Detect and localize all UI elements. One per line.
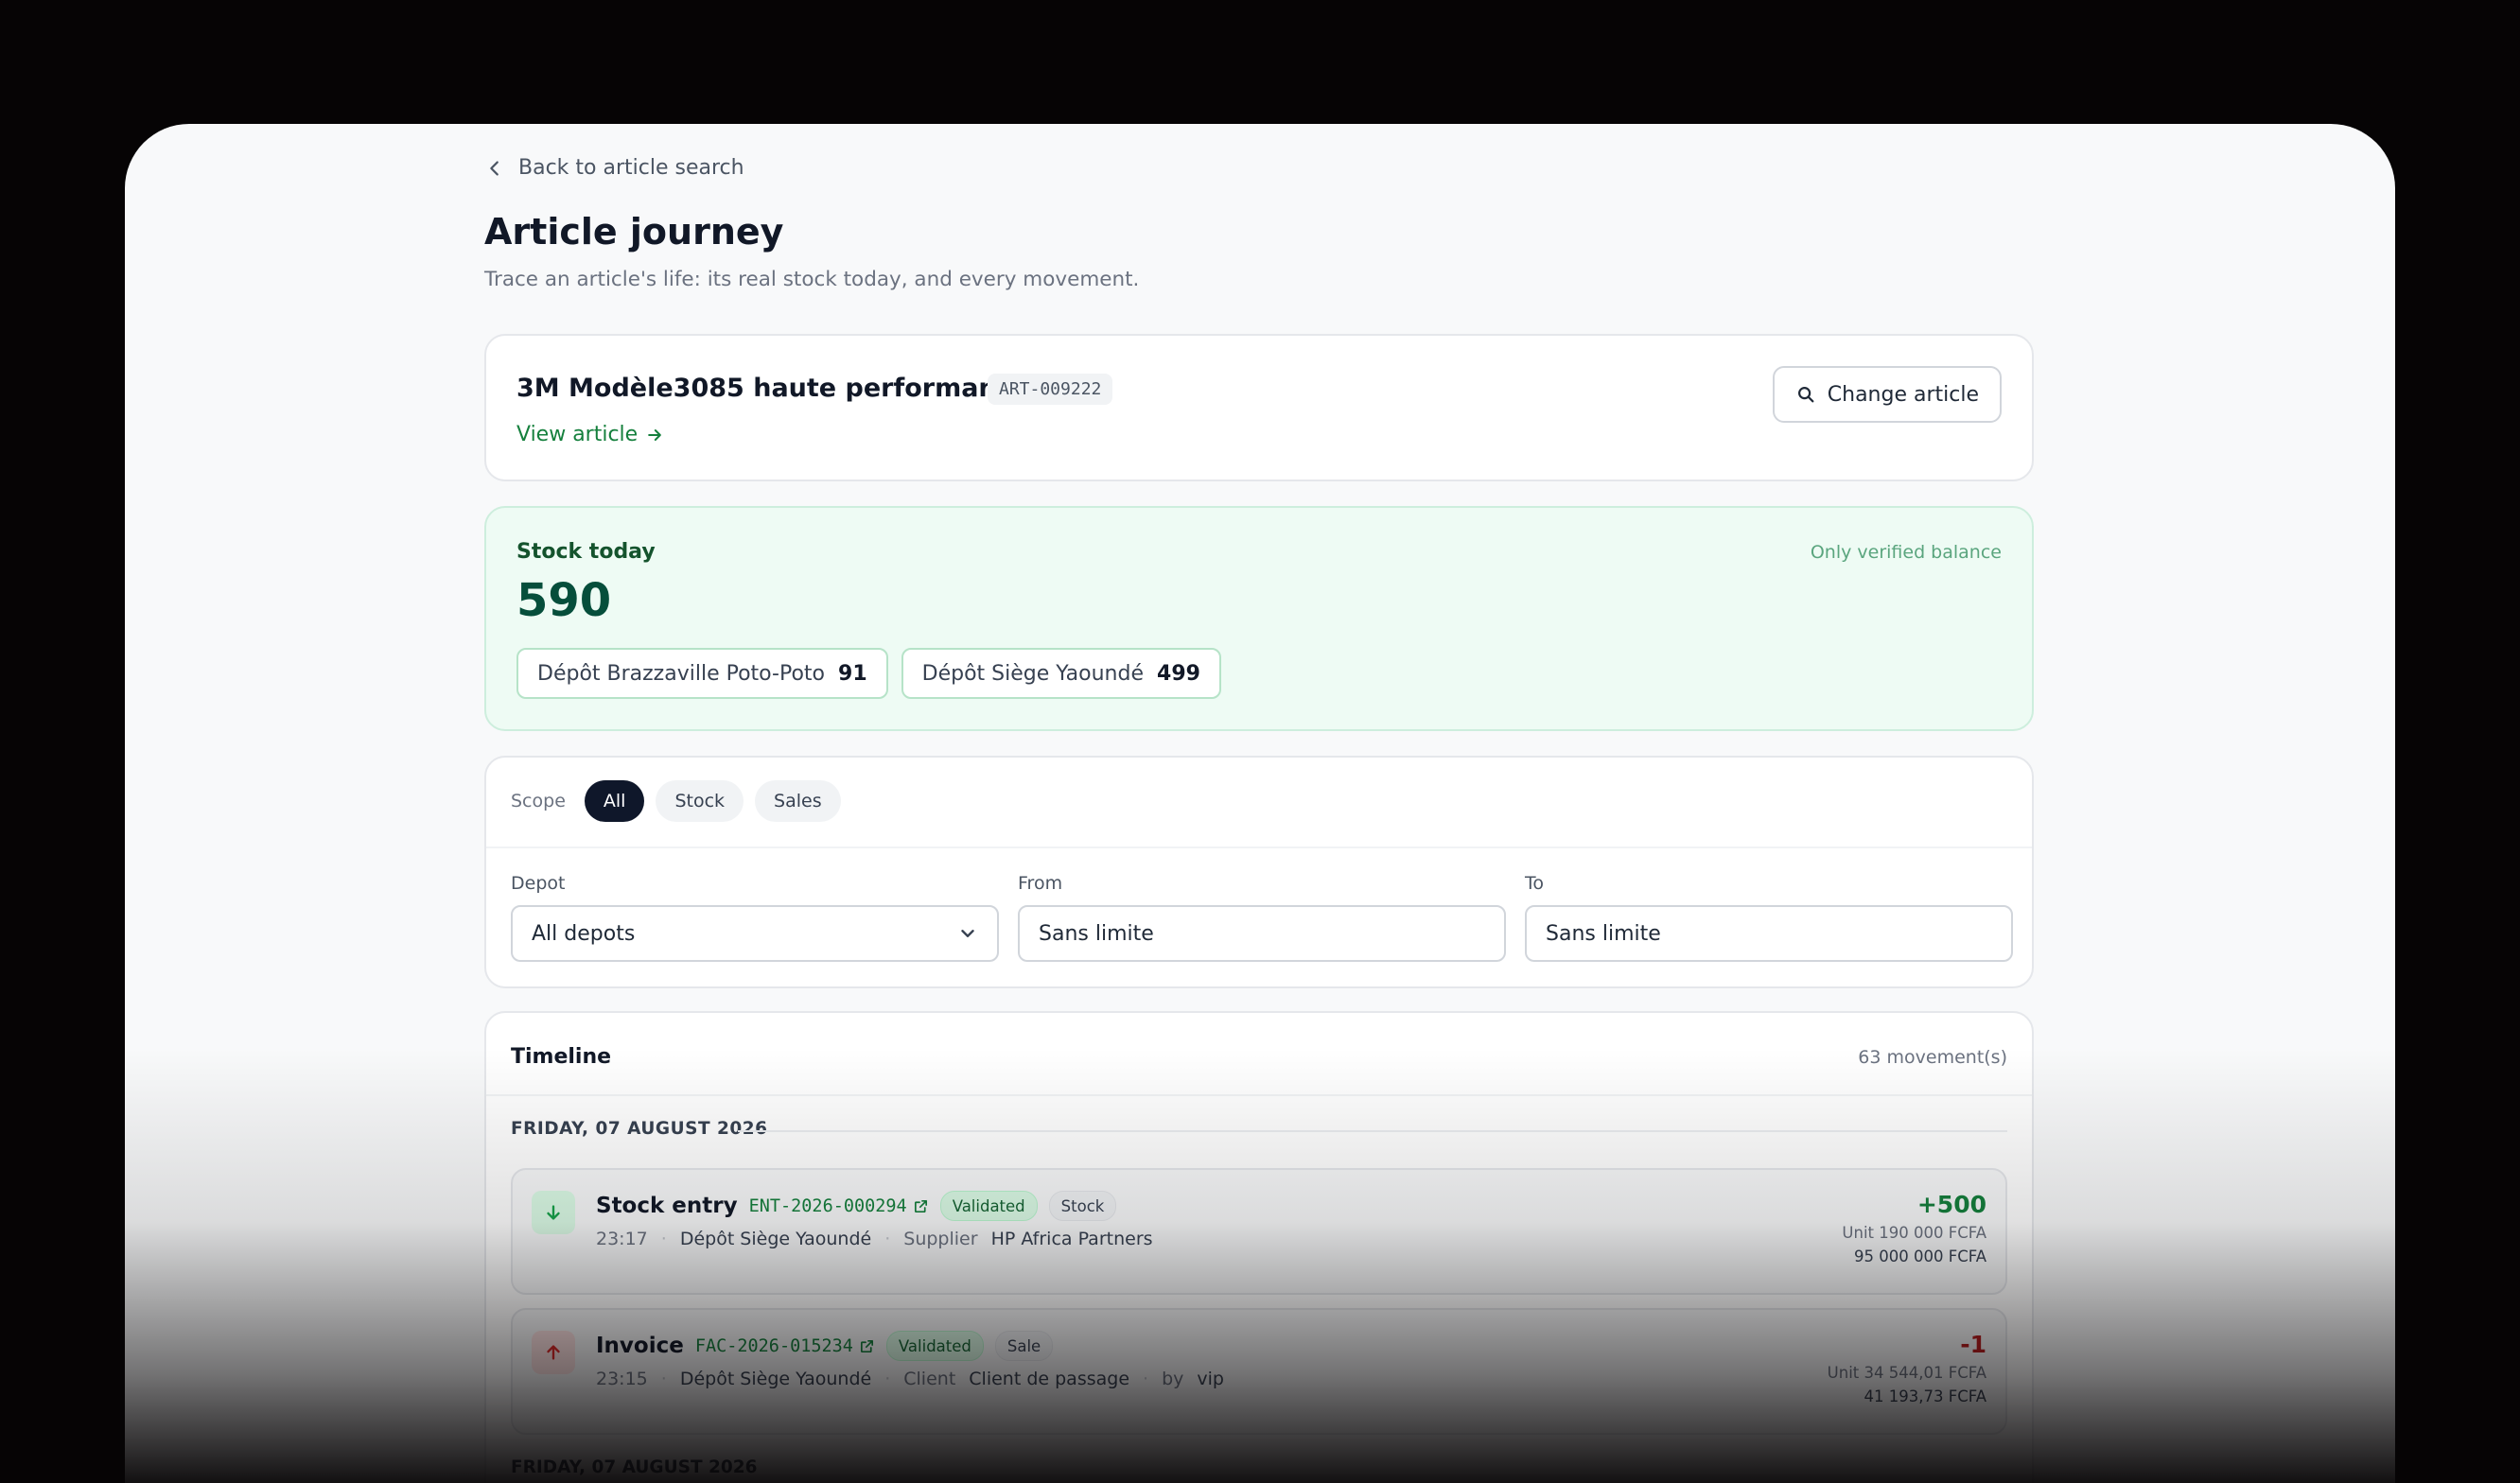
change-article-label: Change article xyxy=(1827,382,1979,407)
divider xyxy=(486,1094,2032,1096)
status-badge: Validated xyxy=(885,1331,984,1361)
depot-stock-list: Dépôt Brazzaville Poto-Poto 91 Dépôt Siè… xyxy=(516,648,1221,699)
scope-pill-stock[interactable]: Stock xyxy=(656,780,744,822)
back-link-label: Back to article search xyxy=(518,156,744,180)
depot-label: Depot xyxy=(511,873,566,894)
to-label: To xyxy=(1525,873,1545,894)
view-article-label: View article xyxy=(516,423,639,446)
article-card: 3M Modèle3085 haute performance ART-0092… xyxy=(484,334,2034,481)
timeline-title: Timeline xyxy=(511,1045,612,1069)
from-date-value: Sans limite xyxy=(1039,921,1154,946)
depot-qty: 91 xyxy=(838,661,867,686)
arrow-down-icon xyxy=(532,1191,575,1234)
chevron-down-icon xyxy=(961,930,974,937)
movement-meta: 23:15 · Dépôt Siège Yaoundé · Client Cli… xyxy=(596,1369,1224,1389)
day-divider xyxy=(738,1130,2007,1132)
page-subtitle: Trace an article's life: its real stock … xyxy=(484,268,1140,291)
movement-total: 95 000 000 FCFA xyxy=(1854,1247,1986,1265)
verified-balance-note: Only verified balance xyxy=(1810,542,2002,563)
stock-today-card: Stock today Only verified balance 590 Dé… xyxy=(484,506,2034,731)
filters-card: Scope All Stock Sales Depot All depots F… xyxy=(484,756,2034,988)
depot-qty: 499 xyxy=(1157,661,1200,686)
page-title: Article journey xyxy=(484,211,784,253)
movement-title-row: Invoice FAC-2026-015234 Validated Sale xyxy=(596,1331,1054,1361)
day-label: FRIDAY, 07 AUGUST 2026 xyxy=(511,1119,768,1139)
movement-depot: Dépôt Siège Yaoundé xyxy=(679,1229,872,1249)
separator-dot: · xyxy=(884,1229,891,1249)
movement-count: 63 movement(s) xyxy=(1858,1047,2007,1068)
party-label: Supplier xyxy=(903,1229,978,1249)
timeline-card: Timeline 63 movement(s) FRIDAY, 07 AUGUS… xyxy=(484,1011,2034,1483)
movement-row[interactable]: Invoice FAC-2026-015234 Validated Sale 2… xyxy=(511,1308,2007,1435)
movement-time: 23:17 xyxy=(596,1229,648,1249)
scope-filter: Scope All Stock Sales xyxy=(511,780,841,822)
chevron-left-icon xyxy=(490,160,499,176)
movement-type: Invoice xyxy=(596,1334,684,1358)
to-field: To Sans limite xyxy=(1525,873,2013,962)
stock-today-label: Stock today xyxy=(516,540,656,564)
separator-dot: · xyxy=(884,1369,891,1389)
movement-qty: +500 xyxy=(1916,1191,1986,1218)
depot-stock-chip: Dépôt Brazzaville Poto-Poto 91 xyxy=(516,648,888,699)
external-link-icon xyxy=(914,1199,927,1213)
depot-field: Depot All depots xyxy=(511,873,999,962)
movement-amounts: +500 Unit 190 000 FCFA 95 000 000 FCFA xyxy=(1842,1191,1986,1265)
next-day-label: FRIDAY, 07 AUGUST 2026 xyxy=(511,1457,758,1477)
status-badge: Validated xyxy=(939,1191,1038,1221)
article-code-badge: ART-009222 xyxy=(988,374,1113,405)
divider xyxy=(486,846,2032,848)
external-link-icon xyxy=(860,1339,873,1352)
party-label: Client xyxy=(903,1369,956,1389)
to-date-value: Sans limite xyxy=(1546,921,1661,946)
depot-select-value: All depots xyxy=(532,921,636,946)
scope-pill-sales[interactable]: Sales xyxy=(755,780,841,822)
movement-unit-price: Unit 34 544,01 FCFA xyxy=(1827,1364,1986,1382)
party-name: HP Africa Partners xyxy=(990,1229,1153,1249)
from-date-input[interactable]: Sans limite xyxy=(1018,905,1506,962)
movement-total: 41 193,73 FCFA xyxy=(1864,1387,1987,1405)
separator-dot: · xyxy=(660,1369,667,1389)
depot-stock-chip: Dépôt Siège Yaoundé 499 xyxy=(901,648,1221,699)
depot-select[interactable]: All depots xyxy=(511,905,999,962)
from-field: From Sans limite xyxy=(1018,873,1506,962)
article-name: 3M Modèle3085 haute performance xyxy=(516,374,1029,403)
movement-depot: Dépôt Siège Yaoundé xyxy=(679,1369,872,1389)
kind-badge: Stock xyxy=(1048,1191,1117,1221)
movement-meta: 23:17 · Dépôt Siège Yaoundé · Supplier H… xyxy=(596,1229,1153,1249)
movement-title-row: Stock entry ENT-2026-000294 Validated St… xyxy=(596,1191,1117,1221)
from-label: From xyxy=(1018,873,1063,894)
movement-ref-link[interactable]: ENT-2026-000294 xyxy=(749,1196,929,1216)
movement-unit-price: Unit 190 000 FCFA xyxy=(1842,1224,1986,1242)
back-link[interactable]: Back to article search xyxy=(484,156,744,180)
by-user: vip xyxy=(1197,1369,1224,1389)
change-article-button[interactable]: Change article xyxy=(1772,366,2002,423)
separator-dot: · xyxy=(660,1229,667,1249)
scope-pill-all[interactable]: All xyxy=(584,780,645,822)
party-name: Client de passage xyxy=(969,1369,1130,1389)
movement-amounts: -1 Unit 34 544,01 FCFA 41 193,73 FCFA xyxy=(1828,1331,1986,1405)
arrow-right-icon xyxy=(648,428,662,441)
view-article-link[interactable]: View article xyxy=(516,423,664,446)
scope-label: Scope xyxy=(511,791,566,811)
movement-ref: ENT-2026-000294 xyxy=(748,1195,907,1216)
by-label: by xyxy=(1162,1369,1184,1389)
to-date-input[interactable]: Sans limite xyxy=(1525,905,2013,962)
movement-time: 23:15 xyxy=(596,1369,648,1389)
stock-total: 590 xyxy=(516,574,612,627)
separator-dot: · xyxy=(1143,1369,1149,1389)
movement-type: Stock entry xyxy=(596,1194,738,1218)
app-window: Back to article search Article journey T… xyxy=(125,124,2395,1483)
movement-ref: FAC-2026-015234 xyxy=(694,1335,853,1356)
movement-qty: -1 xyxy=(1960,1331,1986,1358)
depot-name: Dépôt Siège Yaoundé xyxy=(921,661,1145,686)
movement-ref-link[interactable]: FAC-2026-015234 xyxy=(695,1336,875,1356)
arrow-up-icon xyxy=(532,1331,575,1374)
kind-badge: Sale xyxy=(994,1331,1054,1361)
depot-name: Dépôt Brazzaville Poto-Poto xyxy=(537,661,826,686)
search-icon xyxy=(1797,387,1814,403)
movement-row[interactable]: Stock entry ENT-2026-000294 Validated St… xyxy=(511,1168,2007,1295)
